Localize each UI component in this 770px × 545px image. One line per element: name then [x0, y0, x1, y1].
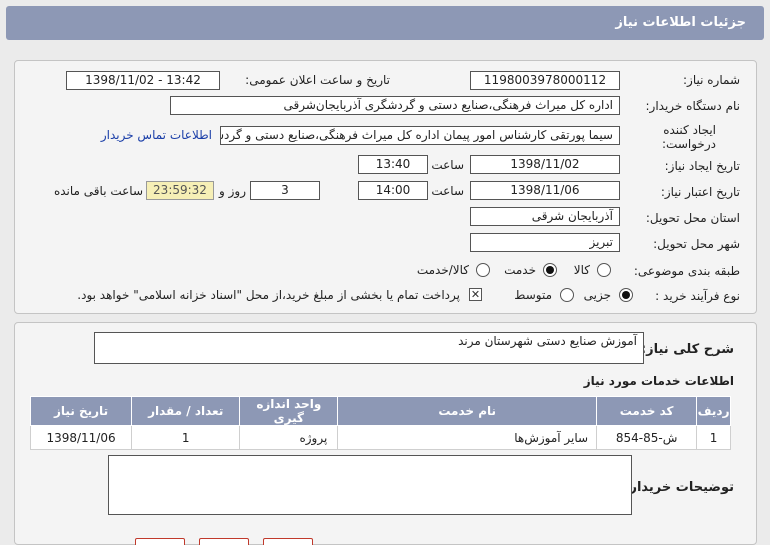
- cell-row-number: 1: [696, 425, 731, 450]
- remaining-days-label: روز و: [219, 184, 246, 198]
- col-quantity: تعداد / مقدار: [131, 396, 241, 426]
- col-unit: واحد اندازه گیری: [239, 396, 339, 426]
- buyer-notes-field[interactable]: [108, 455, 632, 515]
- requester-label-line1: ایجاد کننده: [663, 123, 716, 137]
- validity-date-field[interactable]: 1398/11/06: [470, 181, 620, 200]
- services-table: ردیف کد خدمت نام خدمت واحد اندازه گیری ت…: [29, 396, 731, 450]
- province-field[interactable]: آذربایجان شرقی: [470, 207, 620, 226]
- buyer-contact-link[interactable]: اطلاعات تماس خریدار: [101, 128, 212, 142]
- services-title: اطلاعات خدمات مورد نیاز: [583, 374, 734, 388]
- category-goods-service-label: کالا/خدمت: [416, 263, 469, 277]
- remaining-days-field: 3: [250, 181, 320, 200]
- process-partial-radio[interactable]: [619, 288, 633, 302]
- services-header-row: ردیف کد خدمت نام خدمت واحد اندازه گیری ت…: [29, 396, 731, 426]
- requester-label-line2: درخواست:: [662, 137, 716, 151]
- description-label: شرح کلی نیاز:: [640, 342, 734, 357]
- cell-quantity: 1: [131, 425, 241, 450]
- category-goods-label: کالا: [573, 263, 590, 277]
- buyer-org-label: نام دستگاه خریدار:: [645, 99, 741, 113]
- table-row[interactable]: 1 ش-85-854 سایر آموزش‌ها پروژه 1 1398/11…: [29, 425, 731, 450]
- category-service-radio[interactable]: [543, 263, 557, 277]
- process-medium-radio[interactable]: [560, 288, 574, 302]
- treasury-payment-checkbox[interactable]: ✕: [469, 288, 482, 301]
- buyer-notes-label: توضیحات خریدار:: [624, 480, 734, 495]
- process-partial-label: جزیی: [583, 288, 611, 302]
- need-number-label: شماره نیاز:: [683, 73, 740, 87]
- cell-service-code: ش-85-854: [596, 425, 698, 450]
- validity-time-label: ساعت: [431, 184, 464, 198]
- remaining-time-label: ساعت باقی مانده: [53, 184, 143, 198]
- category-goods-service-radio[interactable]: [476, 263, 490, 277]
- remaining-time-field: 23:59:32: [146, 181, 214, 200]
- need-creation-label: تاریخ ایجاد نیاز:: [664, 159, 740, 173]
- col-service-code: کد خدمت: [596, 396, 698, 426]
- requester-field[interactable]: سیما پورتقی کارشناس امور پیمان اداره کل …: [220, 126, 620, 145]
- category-service-label: خدمت: [504, 263, 536, 277]
- footer-button-3[interactable]: [263, 538, 313, 545]
- cell-service-name: سایر آموزش‌ها: [337, 425, 598, 450]
- validity-label: تاریخ اعتبار نیاز:: [660, 185, 740, 199]
- buyer-org-field[interactable]: اداره کل میراث فرهنگی،صنایع دستی و گردشگ…: [170, 96, 620, 115]
- need-creation-time-label: ساعت: [431, 158, 464, 172]
- province-label: استان محل تحویل:: [645, 211, 740, 225]
- description-field[interactable]: آموزش صنایع دستی شهرستان مرند: [94, 332, 644, 364]
- process-medium-label: متوسط: [514, 288, 552, 302]
- col-row-number: ردیف: [696, 396, 731, 426]
- announce-datetime-label: تاریخ و ساعت اعلان عمومی:: [245, 73, 390, 87]
- city-label: شهر محل تحویل:: [653, 237, 740, 251]
- cell-unit: پروژه: [239, 425, 339, 450]
- col-service-name: نام خدمت: [337, 396, 598, 426]
- need-number-field[interactable]: 1198003978000112: [470, 71, 620, 90]
- validity-time-field[interactable]: 14:00: [358, 181, 428, 200]
- footer-button-2[interactable]: [199, 538, 249, 545]
- page-title: جزئیات اطلاعات نیاز: [615, 15, 746, 30]
- footer-button-1[interactable]: [135, 538, 185, 545]
- treasury-payment-note: پرداخت تمام یا بخشی از مبلغ خرید،از محل …: [77, 288, 460, 302]
- category-goods-radio[interactable]: [597, 263, 611, 277]
- announce-datetime-field[interactable]: 1398/11/02 - 13:42: [66, 71, 220, 90]
- cell-need-date: 1398/11/06: [29, 425, 133, 450]
- need-creation-time-field[interactable]: 13:40: [358, 155, 428, 174]
- category-label: طبقه بندی موضوعی:: [633, 264, 740, 278]
- need-creation-date-field[interactable]: 1398/11/02: [470, 155, 620, 174]
- purchase-process-label: نوع فرآیند خرید :: [655, 289, 740, 303]
- city-field[interactable]: تبریز: [470, 233, 620, 252]
- page-header: جزئیات اطلاعات نیاز: [6, 6, 764, 40]
- col-need-date: تاریخ نیاز: [29, 396, 133, 426]
